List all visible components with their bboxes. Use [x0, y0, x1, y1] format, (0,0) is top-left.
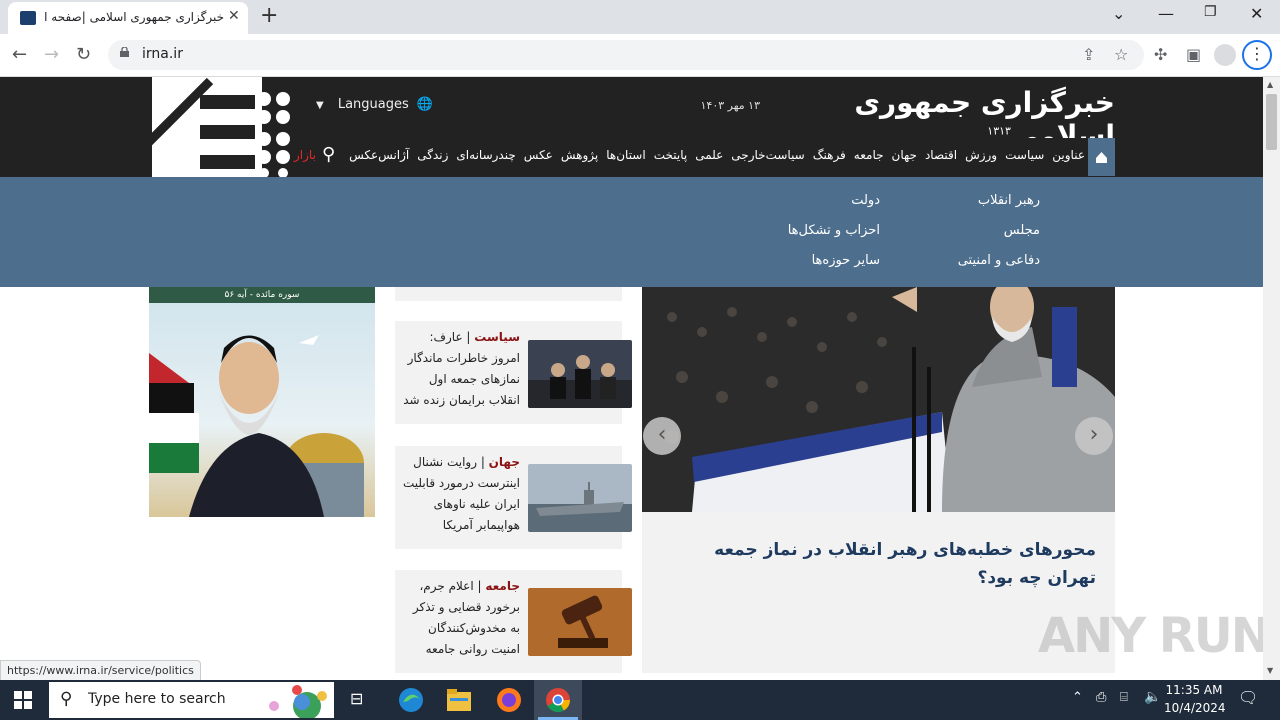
nav-item-politics[interactable]: سیاست [1005, 148, 1044, 162]
share-icon[interactable]: ⇪ [1082, 45, 1095, 64]
file-explorer-icon[interactable] [447, 689, 471, 711]
news-category[interactable]: سیاست [474, 330, 520, 344]
minimize-icon[interactable]: — [1158, 4, 1174, 23]
windows-start-icon[interactable] [14, 691, 32, 709]
submenu-item[interactable]: مجلس [890, 223, 1040, 238]
news-thumbnail[interactable] [528, 464, 632, 532]
news-card-text: جامعه | اعلام جرم، برخورد قضایی و تذکر ب… [412, 579, 520, 656]
site-logo[interactable] [140, 77, 295, 178]
submenu-item[interactable]: رهبر انقلاب [890, 193, 1040, 208]
network-icon[interactable]: ⌸ [1120, 690, 1128, 705]
close-tab-icon[interactable]: ✕ [228, 8, 240, 24]
news-thumbnail[interactable] [528, 340, 632, 408]
news-card-text: سیاست | عارف: امروز خاطرات ماندگار نمازه… [403, 330, 520, 407]
featured-image[interactable] [642, 287, 1115, 512]
new-tab-button[interactable]: + [260, 3, 278, 28]
nav-item[interactable]: علمی [695, 148, 723, 162]
bookmark-star-icon[interactable]: ☆ [1114, 45, 1128, 64]
nav-item[interactable]: استان‌ها [606, 148, 645, 162]
volume-icon[interactable]: 🔈 [1144, 689, 1161, 705]
globe-icon: 🌐 [416, 97, 434, 112]
address-bar[interactable] [108, 40, 1144, 70]
edge-icon[interactable] [398, 687, 424, 713]
url-text[interactable]: irna.ir [142, 46, 183, 62]
notifications-icon[interactable]: 🗨 [1238, 688, 1258, 707]
profile-avatar[interactable] [1214, 44, 1236, 66]
portrait-image [149, 335, 364, 517]
tab-title: خبرگزاری جمهوری اسلامی |صفحه اول [44, 10, 224, 24]
link-status-bar: https://www.irna.ir/service/politics [0, 660, 201, 682]
restore-icon[interactable]: ❐ [1204, 4, 1217, 20]
page-scrollbar[interactable] [1263, 77, 1280, 680]
scroll-up-icon[interactable]: ▲ [1267, 80, 1273, 89]
submenu-item[interactable]: سایر حوزه‌ها [730, 253, 880, 268]
carousel-prev-button[interactable]: ‹ [643, 417, 681, 455]
extensions-icon[interactable]: ✣ [1154, 45, 1167, 64]
browser-tab[interactable]: خبرگزاری جمهوری اسلامی |صفحه اول ✕ [8, 2, 248, 34]
submenu-item[interactable]: دولت [730, 193, 880, 208]
news-category[interactable]: جامعه [485, 579, 520, 593]
news-card[interactable]: جامعه | اعلام جرم، برخورد قضایی و تذکر ب… [395, 570, 632, 673]
site-date: ۱۳ مهر ۱۴۰۳ [700, 99, 761, 112]
nav-item[interactable]: جهان [892, 148, 917, 162]
close-window-icon[interactable]: ✕ [1250, 4, 1263, 23]
submenu-item[interactable]: دفاعی و امنیتی [890, 253, 1040, 268]
taskbar-search-placeholder[interactable]: Type here to search [88, 691, 226, 707]
politics-submenu [0, 177, 1263, 287]
search-icon: ⚲ [60, 689, 73, 709]
banner-caption: سوره مائده - آیه ۵۶ [149, 287, 375, 303]
search-highlight-icon [269, 685, 327, 718]
nav-item[interactable]: فرهنگ [813, 148, 846, 162]
news-thumbnail[interactable] [528, 588, 632, 656]
nav-item[interactable]: جامعه [854, 148, 884, 162]
menu-dots-icon[interactable]: ⋮ [1242, 40, 1272, 70]
reload-icon[interactable]: ↻ [76, 44, 91, 65]
nav-item[interactable]: عکس [524, 148, 553, 162]
home-nav-button[interactable] [1088, 138, 1115, 176]
nav-item[interactable]: آژانس‌عکس [349, 148, 409, 162]
chevron-down-icon: ▼ [316, 100, 324, 111]
back-icon[interactable]: ← [12, 44, 27, 65]
scroll-down-icon[interactable]: ▼ [1267, 666, 1273, 675]
news-card[interactable]: سیاست | عارف: امروز خاطرات ماندگار نمازه… [395, 321, 632, 424]
news-category[interactable]: جهان [489, 455, 520, 469]
side-panel-icon[interactable]: ▣ [1186, 45, 1201, 64]
bazar-link[interactable]: بازار [294, 148, 316, 162]
nav-item[interactable]: پایتخت [654, 148, 688, 162]
chrome-icon [546, 688, 570, 713]
nav-item[interactable]: اقتصاد [925, 148, 957, 162]
nav-items: عناوین سیاست ورزش اقتصاد جهان جامعه فرهن… [330, 148, 1085, 162]
featured-headline[interactable]: محورهای خطبه‌های رهبر انقلاب در نماز جمع… [660, 536, 1096, 592]
carousel-next-button[interactable]: › [1075, 417, 1113, 455]
submenu-item[interactable]: احزاب و تشکل‌ها [730, 223, 880, 238]
firefox-icon[interactable] [496, 687, 522, 713]
clock-time[interactable]: 11:35 AM [1164, 683, 1224, 697]
task-view-icon[interactable]: ⊟ [350, 689, 363, 708]
anyrun-watermark: ANY RUN [1038, 608, 1271, 664]
forward-icon[interactable]: → [44, 44, 59, 65]
chrome-taskbar-button[interactable] [534, 680, 582, 720]
nav-item[interactable]: زندگی [417, 148, 448, 162]
nav-item[interactable]: پژوهش [561, 148, 598, 162]
news-card[interactable]: جهان | روایت نشنال اینترست درمورد قابلیت… [395, 446, 632, 549]
home-icon [1096, 152, 1107, 163]
device-icon[interactable]: ⎙ [1096, 690, 1106, 705]
news-card-partial[interactable] [395, 287, 622, 301]
languages-dropdown[interactable]: ▼ Languages 🌐 [316, 97, 433, 112]
promo-banner[interactable]: سوره مائده - آیه ۵۶ [149, 287, 375, 517]
nav-item[interactable]: چندرسانه‌ای [456, 148, 515, 162]
languages-label: Languages [337, 97, 409, 112]
tab-search-icon[interactable]: ⌄ [1112, 4, 1125, 23]
scrollbar-thumb[interactable] [1266, 94, 1277, 150]
nav-item[interactable]: ورزش [965, 148, 997, 162]
year-mark: ۱۳۱۳ [987, 124, 1012, 138]
clock-date[interactable]: 10/4/2024 [1164, 701, 1226, 715]
lock-icon [120, 47, 129, 57]
tray-chevron-icon[interactable]: ⌃ [1072, 690, 1083, 705]
nav-item[interactable]: سیاست‌خارجی [731, 148, 804, 162]
search-icon[interactable]: ⚲ [322, 144, 335, 165]
nav-item[interactable]: عناوین [1052, 148, 1085, 162]
news-card-text: جهان | روایت نشنال اینترست درمورد قابلیت… [402, 455, 520, 532]
favicon-icon [20, 11, 36, 25]
